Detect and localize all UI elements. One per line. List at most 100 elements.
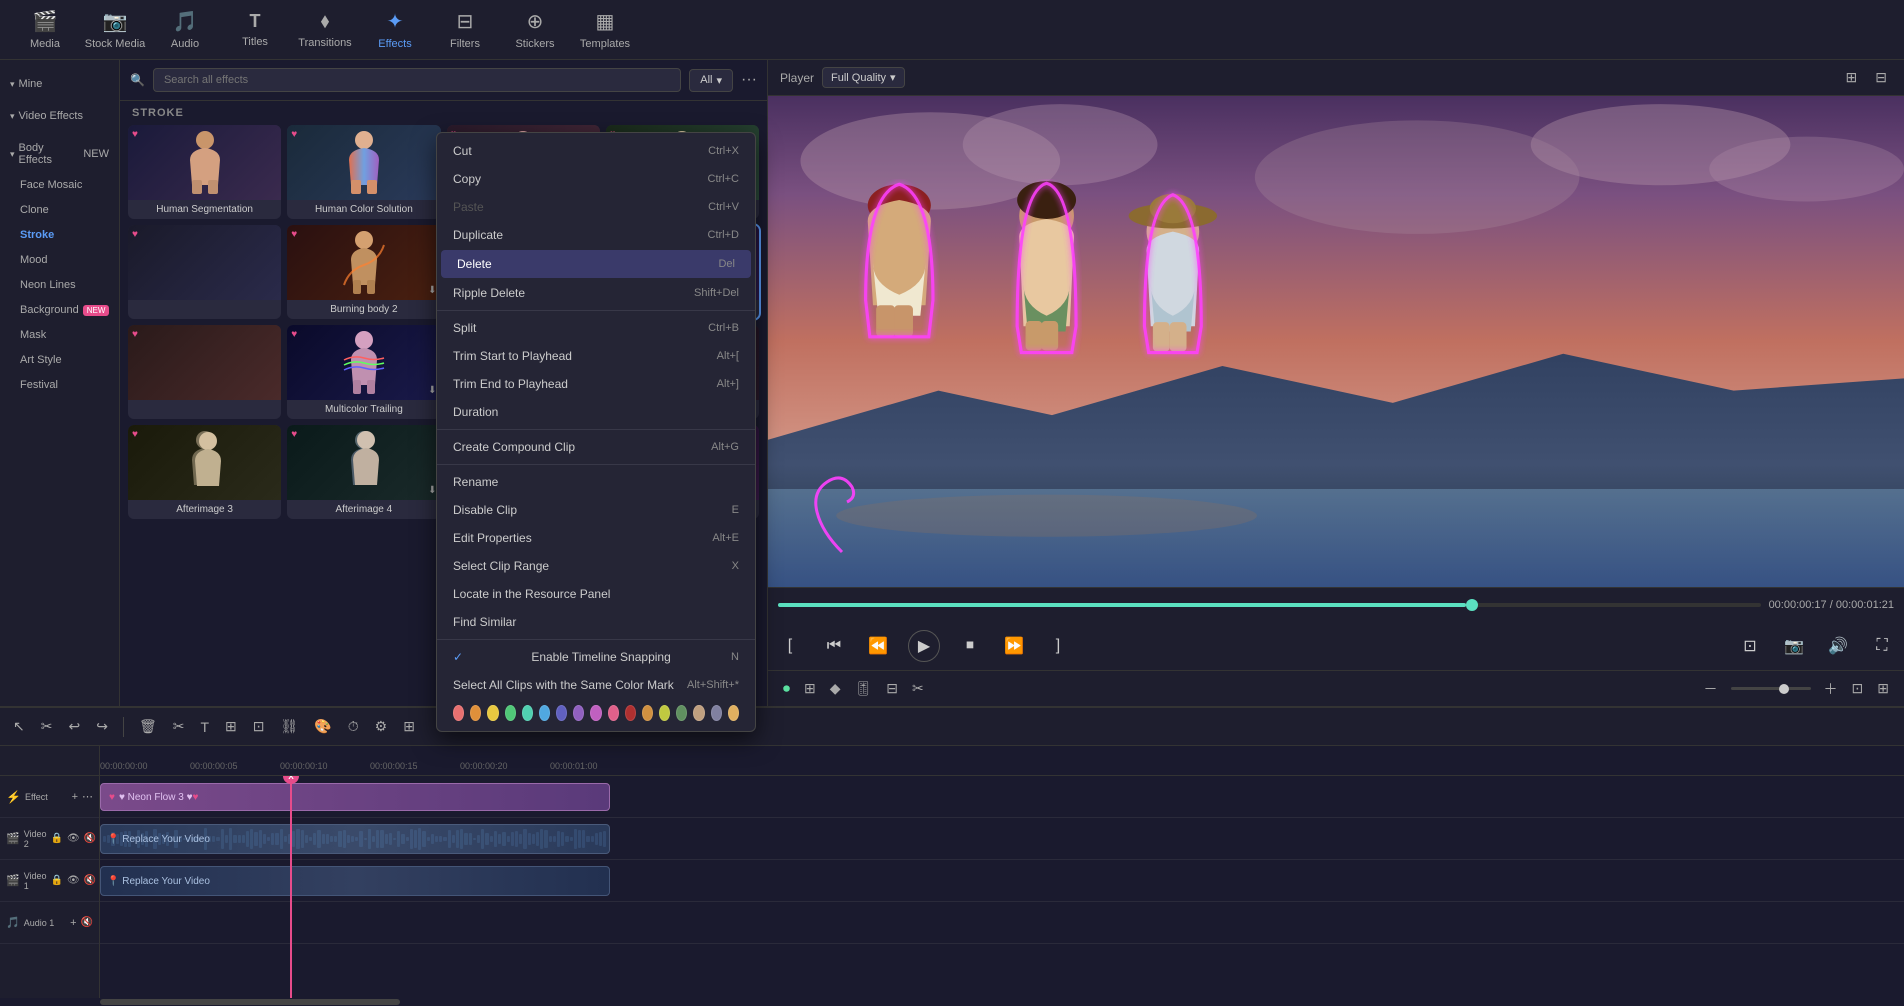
ctx-duplicate[interactable]: Duplicate Ctrl+D bbox=[437, 221, 755, 249]
color-dot-green[interactable] bbox=[505, 705, 516, 721]
ctx-select-clip-range[interactable]: Select Clip Range X bbox=[437, 552, 755, 580]
filter-button[interactable]: All ▾ bbox=[689, 69, 733, 92]
effect-item-afterimage-4[interactable]: ♥ ⬇ Afterimage 4 bbox=[287, 425, 440, 519]
track-lock-icon-v1[interactable]: 🔒 bbox=[51, 875, 63, 886]
ai-cut-button[interactable]: ✂ bbox=[907, 677, 929, 700]
ctx-create-compound[interactable]: Create Compound Clip Alt+G bbox=[437, 433, 755, 461]
effect-item-9[interactable]: ♥ bbox=[128, 325, 281, 419]
delete-button[interactable]: 🗑 bbox=[134, 715, 162, 738]
ctx-cut[interactable]: Cut Ctrl+X bbox=[437, 137, 755, 165]
layout-icon-1[interactable]: ⊞ bbox=[1841, 66, 1863, 89]
track-eye-icon-v1[interactable]: 👁 bbox=[67, 875, 80, 886]
ctx-edit-properties[interactable]: Edit Properties Alt+E bbox=[437, 524, 755, 552]
layout-icon-2[interactable]: ⊟ bbox=[1870, 66, 1892, 89]
zoom-out-button[interactable]: － bbox=[1699, 676, 1723, 702]
track-settings-icon[interactable]: ⋯ bbox=[82, 790, 93, 803]
ctx-delete[interactable]: Delete Del bbox=[441, 250, 751, 278]
sidebar-item-stroke[interactable]: Stroke bbox=[6, 223, 113, 247]
color-dot-gold[interactable] bbox=[728, 705, 739, 721]
track-mute-icon-v1[interactable]: 🔇 bbox=[84, 875, 96, 886]
video2-clip[interactable]: 📍 Replace Your Video bbox=[100, 824, 610, 854]
add-audio-icon[interactable]: + bbox=[70, 917, 76, 929]
ctx-duration[interactable]: Duration bbox=[437, 398, 755, 426]
ctx-select-color-clips[interactable]: Select All Clips with the Same Color Mar… bbox=[437, 671, 755, 699]
quality-select[interactable]: Full Quality ▾ bbox=[822, 67, 905, 88]
ctx-trim-end[interactable]: Trim End to Playhead Alt+] bbox=[437, 370, 755, 398]
progress-bar[interactable] bbox=[778, 603, 1761, 607]
add-track-icon[interactable]: + bbox=[72, 791, 78, 803]
toolbar-stickers[interactable]: ⊕ Stickers bbox=[500, 1, 570, 59]
toolbar-stock-media[interactable]: 📷 Stock Media bbox=[80, 1, 150, 59]
audio-mix-button[interactable]: 🎚 bbox=[850, 677, 878, 700]
in-point-button[interactable]: [ bbox=[776, 632, 804, 660]
sidebar-item-face-mosaic[interactable]: Face Mosaic bbox=[6, 173, 113, 197]
grid-button[interactable]: ⊞ bbox=[1872, 677, 1894, 700]
cursor-tool-button[interactable]: ↖ bbox=[8, 715, 30, 738]
color-dot-orange[interactable] bbox=[470, 705, 481, 721]
color-dot-slate[interactable] bbox=[711, 705, 722, 721]
color-dot-tan[interactable] bbox=[693, 705, 704, 721]
sidebar-item-background[interactable]: Background NEW bbox=[6, 298, 113, 322]
more-options-button[interactable]: ··· bbox=[741, 71, 757, 89]
effect-item-human-segmentation[interactable]: ♥ Human Segmentation bbox=[128, 125, 281, 219]
add-track-button[interactable]: ⊞ bbox=[799, 677, 821, 700]
keyframe-button[interactable]: ◆ bbox=[825, 677, 846, 700]
ctx-locate-resource[interactable]: Locate in the Resource Panel bbox=[437, 580, 755, 608]
track-mute-icon[interactable]: 🔇 bbox=[84, 833, 96, 844]
color-dot-rose[interactable] bbox=[608, 705, 619, 721]
effect-item-human-color-solution[interactable]: ♥ bbox=[287, 125, 440, 219]
track-eye-icon[interactable]: 👁 bbox=[67, 833, 80, 844]
snapshot-button[interactable]: 📷 bbox=[1780, 632, 1808, 660]
color-button[interactable]: 🎨 bbox=[309, 715, 336, 738]
ctx-rename[interactable]: Rename bbox=[437, 468, 755, 496]
link-button[interactable]: ⛓ bbox=[275, 715, 303, 738]
color-dot-sage[interactable] bbox=[676, 705, 687, 721]
frame-forward-button[interactable]: ⏩ bbox=[1000, 632, 1028, 660]
toolbar-transitions[interactable]: ⬧ Transitions bbox=[290, 1, 360, 59]
color-dot-magenta[interactable] bbox=[590, 705, 601, 721]
redo-button[interactable]: ↪ bbox=[91, 715, 113, 738]
razor-tool-button[interactable]: ✂ bbox=[36, 715, 58, 738]
color-dot-amber[interactable] bbox=[642, 705, 653, 721]
sidebar-item-neon-lines[interactable]: Neon Lines bbox=[6, 273, 113, 297]
skip-back-button[interactable]: ⏮ bbox=[820, 632, 848, 660]
undo-button[interactable]: ↩ bbox=[63, 715, 85, 738]
effect-clip[interactable]: ♥ ♥ Neon Flow 3 ♥ ♥ bbox=[100, 783, 610, 811]
ctx-ripple-delete[interactable]: Ripple Delete Shift+Del bbox=[437, 279, 755, 307]
play-button[interactable]: ▶ bbox=[908, 630, 940, 662]
zoom-slider-thumb[interactable] bbox=[1779, 684, 1789, 694]
sidebar-item-mood[interactable]: Mood bbox=[6, 248, 113, 272]
timeline-scrollbar-thumb[interactable] bbox=[100, 999, 400, 1005]
effect-item-afterimage-3[interactable]: ♥ Afterimage 3 bbox=[128, 425, 281, 519]
volume-button[interactable]: 🔊 bbox=[1824, 632, 1852, 660]
color-dot-blue[interactable] bbox=[539, 705, 550, 721]
sidebar-mine-toggle[interactable]: ▾ Mine bbox=[0, 72, 119, 96]
progress-handle[interactable] bbox=[1466, 599, 1478, 611]
color-dot-teal[interactable] bbox=[522, 705, 533, 721]
zoom-in-button[interactable]: ＋ bbox=[1819, 676, 1843, 702]
ctx-copy[interactable]: Copy Ctrl+C bbox=[437, 165, 755, 193]
sidebar-item-clone[interactable]: Clone bbox=[6, 198, 113, 222]
toolbar-audio[interactable]: 🎵 Audio bbox=[150, 1, 220, 59]
sidebar-item-festival[interactable]: Festival bbox=[6, 373, 113, 397]
frame-back-button[interactable]: ⏪ bbox=[864, 632, 892, 660]
toolbar-effects[interactable]: ✦ Effects bbox=[360, 1, 430, 59]
search-input[interactable] bbox=[153, 68, 681, 92]
color-dot-pink[interactable] bbox=[453, 705, 464, 721]
color-dot-red[interactable] bbox=[625, 705, 636, 721]
color-dot-yellow[interactable] bbox=[487, 705, 498, 721]
toolbar-filters[interactable]: ⊟ Filters bbox=[430, 1, 500, 59]
ctx-enable-snapping[interactable]: ✓ Enable Timeline Snapping N bbox=[437, 643, 755, 671]
settings-button[interactable]: ⚙ bbox=[370, 715, 393, 738]
record-button[interactable]: ⏺ bbox=[778, 677, 795, 700]
sidebar-video-effects-toggle[interactable]: ▾ Video Effects bbox=[0, 104, 119, 128]
cut-button[interactable]: ✂ bbox=[168, 715, 190, 738]
toolbar-titles[interactable]: T Titles bbox=[220, 1, 290, 59]
track-mute-icon-a1[interactable]: 🔇 bbox=[81, 917, 93, 928]
split-button[interactable]: ⊞ bbox=[220, 715, 242, 738]
crop-button[interactable]: ⊡ bbox=[1736, 632, 1764, 660]
out-point-button[interactable]: ] bbox=[1044, 632, 1072, 660]
toolbar-templates[interactable]: ▦ Templates bbox=[570, 1, 640, 59]
captions-button[interactable]: ⊟ bbox=[881, 677, 903, 700]
sidebar-item-art-style[interactable]: Art Style bbox=[6, 348, 113, 372]
